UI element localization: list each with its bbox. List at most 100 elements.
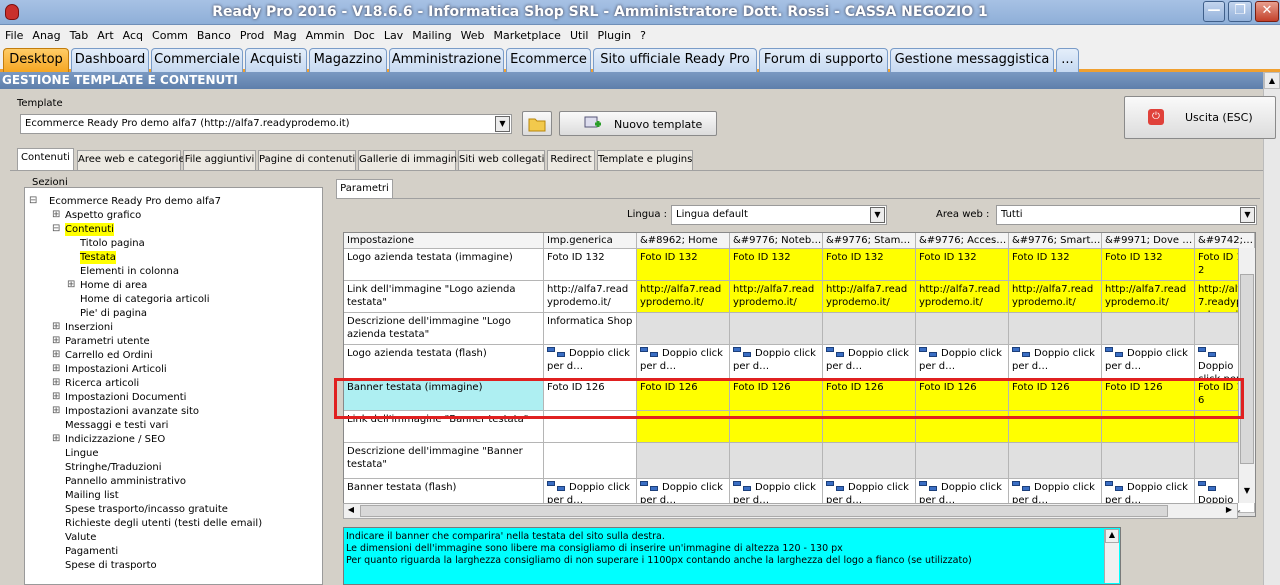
tab-magazzino[interactable]: Magazzino bbox=[309, 48, 387, 72]
collapse-icon[interactable]: ⊟ bbox=[29, 195, 37, 206]
tree-item[interactable]: Valute bbox=[65, 531, 96, 544]
grid-value-cell[interactable]: Doppio click per d… bbox=[916, 345, 1009, 379]
grid-header[interactable]: &#8962; Home bbox=[637, 233, 730, 249]
expand-icon[interactable]: ⊞ bbox=[52, 209, 60, 220]
area-web-select[interactable]: Tutti ▼ bbox=[996, 205, 1257, 225]
grid-value-cell[interactable] bbox=[1102, 443, 1195, 479]
menu-acq[interactable]: Acq bbox=[118, 25, 147, 42]
grid-value-cell[interactable]: Doppio click per d… bbox=[1102, 345, 1195, 379]
grid-value-cell[interactable] bbox=[823, 443, 916, 479]
scroll-right-icon[interactable]: ▶ bbox=[1223, 505, 1235, 517]
grid-value-cell[interactable] bbox=[916, 443, 1009, 479]
menu-util[interactable]: Util bbox=[565, 25, 592, 42]
grid-value-cell[interactable]: Doppio click per d… bbox=[823, 345, 916, 379]
tree-item[interactable]: Impostazioni Documenti bbox=[65, 391, 186, 404]
expand-icon[interactable]: ⊞ bbox=[52, 405, 60, 416]
expand-icon[interactable]: ⊞ bbox=[52, 391, 60, 402]
menu-anag[interactable]: Anag bbox=[27, 25, 64, 42]
grid-generic-cell[interactable]: Doppio click per d… bbox=[544, 345, 637, 379]
tree-item[interactable]: Lingue bbox=[65, 447, 99, 460]
menu-banco[interactable]: Banco bbox=[192, 25, 235, 42]
menu-file[interactable]: File bbox=[0, 25, 27, 42]
subtab-siti-collegati[interactable]: Siti web collegati bbox=[458, 150, 545, 170]
subtab-aree-web[interactable]: Aree web e categorie bbox=[77, 150, 185, 170]
grid-setting-name[interactable]: Logo azienda testata (flash) bbox=[344, 345, 544, 379]
tree-item-testata[interactable]: Testata bbox=[80, 251, 116, 264]
tree-item[interactable]: Richieste degli utenti (testi delle emai… bbox=[65, 517, 262, 530]
tree-item-titolo[interactable]: Titolo pagina bbox=[80, 237, 145, 250]
tree-item-elementi[interactable]: Elementi in colonna bbox=[80, 265, 179, 278]
grid-value-cell[interactable]: http://alfa7.readyprodemo.it/ bbox=[916, 281, 1009, 313]
grid-value-cell[interactable]: http://alfa7.readyprodemo.it/ bbox=[730, 281, 823, 313]
tree-item[interactable]: Indicizzazione / SEO bbox=[65, 433, 165, 446]
grid-vscroll-thumb[interactable] bbox=[1240, 274, 1254, 464]
expand-icon[interactable]: ⊞ bbox=[52, 335, 60, 346]
expand-icon[interactable]: ⊞ bbox=[52, 321, 60, 332]
subtab-pagine[interactable]: Pagine di contenuti bbox=[258, 150, 356, 170]
tree-item[interactable]: Stringhe/Traduzioni bbox=[65, 461, 162, 474]
page-scrollbar[interactable]: ▲ bbox=[1263, 72, 1280, 585]
menu-plugin[interactable]: Plugin bbox=[592, 25, 635, 42]
grid-generic-cell[interactable]: http://alfa7.readyprodemo.it/ bbox=[544, 281, 637, 313]
tab-dashboard[interactable]: Dashboard bbox=[71, 48, 149, 72]
menu-ammin[interactable]: Ammin bbox=[301, 25, 349, 42]
tab-gestione-messaggistica[interactable]: Gestione messaggistica bbox=[890, 48, 1054, 72]
grid-setting-name[interactable]: Descrizione dell'immagine "Banner testat… bbox=[344, 443, 544, 479]
open-folder-button[interactable] bbox=[522, 111, 552, 136]
grid-value-cell[interactable]: Foto ID 132 bbox=[1102, 249, 1195, 281]
tab-commerciale[interactable]: Commerciale bbox=[151, 48, 243, 72]
tree-item-pie[interactable]: Pie' di pagina bbox=[80, 307, 147, 320]
tab-desktop[interactable]: Desktop bbox=[3, 48, 69, 72]
grid-value-cell[interactable] bbox=[1009, 313, 1102, 345]
menu-comm[interactable]: Comm bbox=[147, 25, 192, 42]
note-scrollbar[interactable]: ▲ bbox=[1104, 529, 1119, 583]
minimize-button[interactable]: — bbox=[1203, 1, 1225, 22]
tree-item[interactable]: Carrello ed Ordini bbox=[65, 349, 153, 362]
grid-value-cell[interactable]: http://alfa7.readyprodemo.it/ bbox=[823, 281, 916, 313]
tree-root[interactable]: Ecommerce Ready Pro demo alfa7 bbox=[49, 195, 221, 208]
grid-value-cell[interactable] bbox=[730, 443, 823, 479]
menu-web[interactable]: Web bbox=[456, 25, 489, 42]
tree-item[interactable]: Mailing list bbox=[65, 489, 119, 502]
grid-value-cell[interactable]: Foto ID 132 bbox=[916, 249, 1009, 281]
tab-acquisti[interactable]: Acquisti bbox=[245, 48, 307, 72]
tab-parametri[interactable]: Parametri bbox=[336, 179, 393, 199]
grid-value-cell[interactable]: http://alfa7.readyprodemo.it/ bbox=[637, 281, 730, 313]
grid-generic-cell[interactable]: Informatica Shop bbox=[544, 313, 637, 345]
tab-sito-ufficiale[interactable]: Sito ufficiale Ready Pro bbox=[593, 48, 757, 72]
grid-value-cell[interactable] bbox=[637, 313, 730, 345]
grid-value-cell[interactable]: Foto ID 132 bbox=[1009, 249, 1102, 281]
grid-generic-cell[interactable] bbox=[544, 443, 637, 479]
template-select[interactable]: Ecommerce Ready Pro demo alfa7 (http://a… bbox=[20, 114, 512, 134]
menu-lav[interactable]: Lav bbox=[379, 25, 407, 42]
grid-value-cell[interactable] bbox=[730, 313, 823, 345]
scroll-up-icon[interactable]: ▲ bbox=[1264, 72, 1280, 89]
grid-header[interactable]: &#9776; Acces… bbox=[916, 233, 1009, 249]
grid-horizontal-scrollbar[interactable]: ◀ ▶ bbox=[343, 503, 1238, 519]
grid-value-cell[interactable]: http://alfa7.readyprodemo.it/ bbox=[1009, 281, 1102, 313]
subtab-gallerie[interactable]: Gallerie di immagini bbox=[358, 150, 460, 170]
expand-icon[interactable]: ⊞ bbox=[67, 279, 75, 290]
scroll-down-icon[interactable]: ▼ bbox=[1240, 486, 1254, 500]
restore-button[interactable]: ❐ bbox=[1228, 1, 1252, 22]
grid-value-cell[interactable] bbox=[1102, 313, 1195, 345]
grid-hscroll-thumb[interactable] bbox=[360, 505, 1168, 517]
expand-icon[interactable]: ⊞ bbox=[52, 433, 60, 444]
tab-forum[interactable]: Forum di supporto bbox=[759, 48, 888, 72]
tab-more[interactable]: ... bbox=[1056, 48, 1079, 72]
exit-button[interactable]: ⏻ Uscita (ESC) bbox=[1124, 96, 1276, 139]
grid-header[interactable]: &#9776; Smart… bbox=[1009, 233, 1102, 249]
expand-icon[interactable]: ⊞ bbox=[52, 377, 60, 388]
grid-header[interactable]: &#9742;… bbox=[1195, 233, 1255, 249]
tree-item[interactable]: Pannello amministrativo bbox=[65, 475, 186, 488]
tree-item[interactable]: Messaggi e testi vari bbox=[65, 419, 168, 432]
menu-tab[interactable]: Tab bbox=[65, 25, 93, 42]
tab-amministrazione[interactable]: Amministrazione bbox=[389, 48, 504, 72]
close-button[interactable]: ✕ bbox=[1255, 1, 1279, 22]
menu-mailing[interactable]: Mailing bbox=[407, 25, 455, 42]
grid-value-cell[interactable] bbox=[916, 313, 1009, 345]
tree-item-contenuti[interactable]: Contenuti bbox=[65, 223, 114, 236]
grid-generic-cell[interactable]: Foto ID 132 bbox=[544, 249, 637, 281]
grid-value-cell[interactable]: Doppio click per d… bbox=[1009, 345, 1102, 379]
tree-item[interactable]: Parametri utente bbox=[65, 335, 150, 348]
